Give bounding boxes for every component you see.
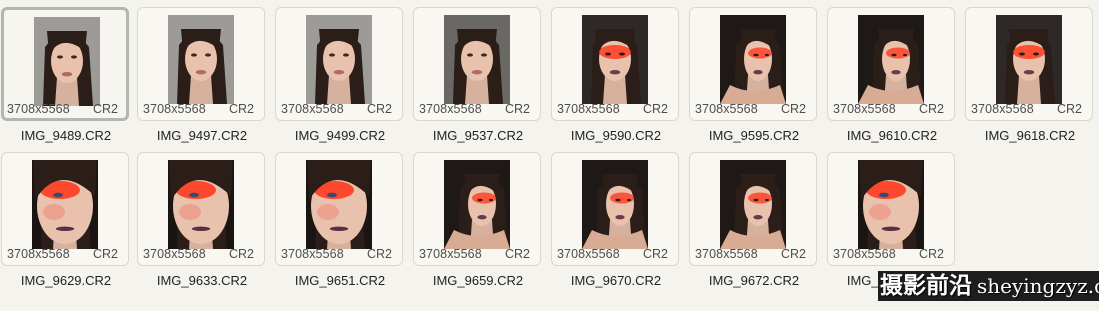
file-name[interactable]: IMG_9595.CR2 [689,128,819,143]
file-tile[interactable]: 3708x5568 CR2 IMG_9629.CR2 [1,152,131,298]
file-tile[interactable]: 3708x5568 CR2 IMG_9499.CR2 [275,7,405,153]
image-thumbnail[interactable] [720,160,786,249]
image-thumbnail[interactable] [444,160,510,249]
file-type-badge: CR2 [642,247,668,261]
image-dimensions: 3708x5568 [419,102,482,116]
watermark-chinese-text: 摄影前沿 [878,271,974,301]
image-dimensions: 3708x5568 [143,102,206,116]
image-dimensions: 3708x5568 [7,102,70,116]
image-thumbnail[interactable] [582,15,648,104]
image-thumbnail[interactable] [996,15,1062,104]
file-name[interactable]: IMG_9537.CR2 [413,128,543,143]
file-name[interactable]: IMG_9497.CR2 [137,128,267,143]
image-thumbnail[interactable] [306,160,372,249]
file-name[interactable]: IMG_9659.CR2 [413,273,543,288]
file-type-badge: CR2 [780,247,806,261]
image-dimensions: 3708x5568 [833,247,896,261]
image-dimensions: 3708x5568 [7,247,70,261]
file-name[interactable]: IMG_9629.CR2 [1,273,131,288]
image-dimensions: 3708x5568 [557,102,620,116]
watermark: 摄影前沿 sheyingzyz.com [878,271,1099,301]
image-thumbnail[interactable] [306,15,372,104]
image-thumbnail[interactable] [168,15,234,104]
file-type-badge: CR2 [92,247,118,261]
file-name[interactable]: IMG_9670.CR2 [551,273,681,288]
file-name[interactable]: IMG_9618.CR2 [965,128,1095,143]
image-dimensions: 3708x5568 [419,247,482,261]
file-name[interactable]: IMG_9633.CR2 [137,273,267,288]
image-dimensions: 3708x5568 [695,247,758,261]
file-name[interactable]: IMG_9489.CR2 [1,128,131,143]
thumbnail-card[interactable]: 3708x5568 CR2 [275,7,403,121]
image-thumbnail[interactable] [720,15,786,104]
thumbnail-card[interactable]: 3708x5568 CR2 [551,7,679,121]
image-thumbnail[interactable] [444,15,510,104]
image-thumbnail[interactable] [582,160,648,249]
file-type-badge: CR2 [1056,102,1082,116]
file-type-badge: CR2 [366,102,392,116]
file-tile[interactable]: 3708x5568 CR2 IMG_9651.CR2 [275,152,405,298]
thumbnail-card[interactable]: 3708x5568 CR2 [137,7,265,121]
thumbnail-card[interactable]: 3708x5568 CR2 [413,7,541,121]
file-name[interactable]: IMG_9672.CR2 [689,273,819,288]
image-dimensions: 3708x5568 [971,102,1034,116]
thumbnail-card[interactable]: 3708x5568 CR2 [275,152,403,266]
file-type-badge: CR2 [504,102,530,116]
image-dimensions: 3708x5568 [833,102,896,116]
thumbnail-card[interactable]: 3708x5568 CR2 [689,7,817,121]
image-thumbnail[interactable] [32,160,98,249]
file-type-badge: CR2 [92,102,118,116]
image-dimensions: 3708x5568 [557,247,620,261]
file-type-badge: CR2 [504,247,530,261]
thumbnail-card[interactable]: 3708x5568 CR2 [1,7,129,121]
thumbnail-card[interactable]: 3708x5568 CR2 [827,7,955,121]
image-thumbnail[interactable] [858,15,924,104]
image-thumbnail[interactable] [34,17,100,106]
file-name[interactable]: IMG_9499.CR2 [275,128,405,143]
file-name[interactable]: IMG_9590.CR2 [551,128,681,143]
file-tile[interactable]: 3708x5568 CR2 IMG_9672.CR2 [689,152,819,298]
file-tile[interactable]: 3708x5568 CR2 IMG_9595.CR2 [689,7,819,153]
file-grid: 3708x5568 CR2 IMG_9489.CR2 3708x5568 CR2… [0,0,1099,311]
image-dimensions: 3708x5568 [281,102,344,116]
image-dimensions: 3708x5568 [281,247,344,261]
file-tile[interactable]: 3708x5568 CR2 IMG_9590.CR2 [551,7,681,153]
image-dimensions: 3708x5568 [695,102,758,116]
file-tile[interactable]: 3708x5568 CR2 IMG_9659.CR2 [413,152,543,298]
file-name[interactable]: IMG_9651.CR2 [275,273,405,288]
file-tile[interactable]: 3708x5568 CR2 IMG_9670.CR2 [551,152,681,298]
image-dimensions: 3708x5568 [143,247,206,261]
file-type-badge: CR2 [918,102,944,116]
file-tile[interactable]: 3708x5568 CR2 IMG_9633.CR2 [137,152,267,298]
watermark-url-text: sheyingzyz.com [974,271,1099,301]
file-type-badge: CR2 [228,102,254,116]
file-tile[interactable]: 3708x5568 CR2 IMG_9618.CR2 [965,7,1095,153]
file-type-badge: CR2 [642,102,668,116]
file-type-badge: CR2 [366,247,392,261]
thumbnail-card[interactable]: 3708x5568 CR2 [689,152,817,266]
thumbnail-card[interactable]: 3708x5568 CR2 [1,152,129,266]
file-type-badge: CR2 [918,247,944,261]
thumbnail-card[interactable]: 3708x5568 CR2 [965,7,1093,121]
image-thumbnail[interactable] [168,160,234,249]
thumbnail-card[interactable]: 3708x5568 CR2 [137,152,265,266]
file-name[interactable]: IMG_9610.CR2 [827,128,957,143]
image-thumbnail[interactable] [858,160,924,249]
thumbnail-card[interactable]: 3708x5568 CR2 [827,152,955,266]
file-tile[interactable]: 3708x5568 CR2 IMG_9610.CR2 [827,7,957,153]
file-tile[interactable]: 3708x5568 CR2 IMG_9537.CR2 [413,7,543,153]
thumbnail-card[interactable]: 3708x5568 CR2 [413,152,541,266]
thumbnail-card[interactable]: 3708x5568 CR2 [551,152,679,266]
file-type-badge: CR2 [228,247,254,261]
file-type-badge: CR2 [780,102,806,116]
file-tile[interactable]: 3708x5568 CR2 IMG_9497.CR2 [137,7,267,153]
file-tile[interactable]: 3708x5568 CR2 IMG_9489.CR2 [1,7,131,153]
